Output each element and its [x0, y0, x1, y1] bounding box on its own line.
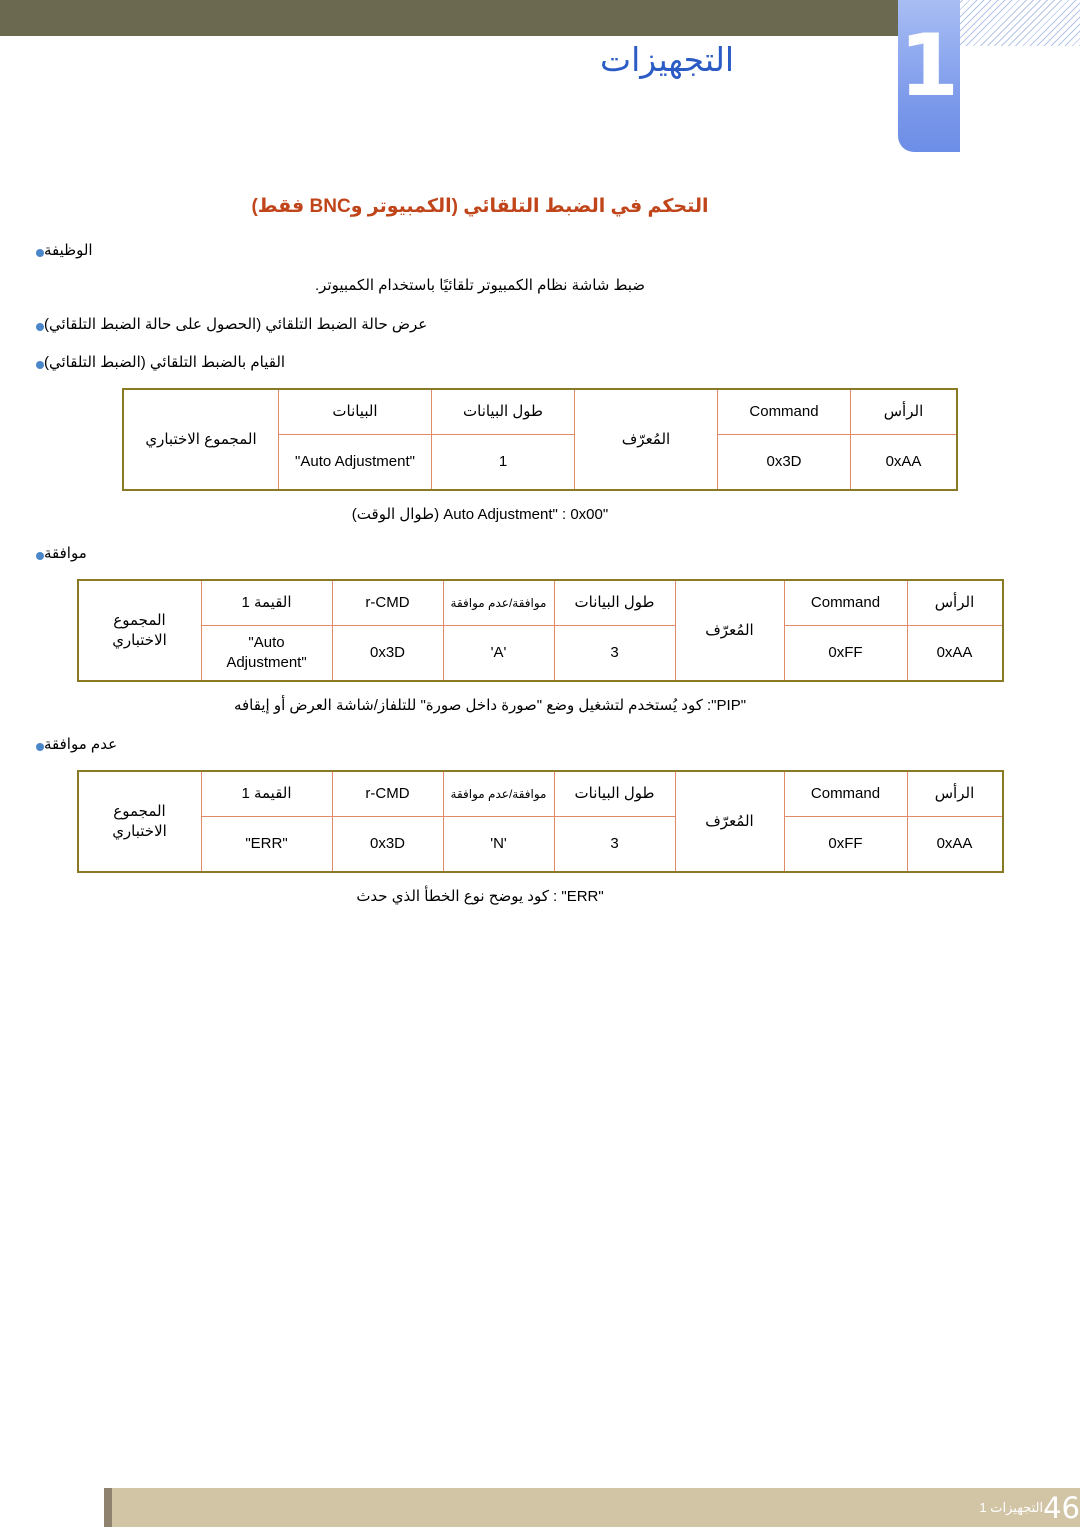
- cell-header-id: المُعرّف: [674, 579, 785, 682]
- footer-chapter-label: التجهيزات 1: [979, 1499, 1044, 1515]
- cell-header-ack: موافقة/عدم موافقة: [442, 770, 555, 817]
- pip-note: "PIP": كود يُستخدم لتشغيل وضع "صورة داخل…: [233, 697, 747, 714]
- footer-accent-bar: [104, 1488, 112, 1527]
- bullet-label-show-state: عرض حالة الضبط التلقائي (الحصول على حالة…: [44, 316, 428, 333]
- bullet-label-do-auto: القيام بالضبط التلقائي (الضبط التلقائي): [44, 354, 286, 371]
- err-note: "ERR" : كود يوضح نوع الخطأ الذي حدث: [356, 888, 604, 905]
- command-table-3-nak: الرأس Command المُعرّف طول البيانات مواف…: [76, 770, 1004, 873]
- footer-inner: التجهيزات 1 46: [104, 1488, 1080, 1527]
- cell-value-ack: 'A': [442, 625, 555, 682]
- cell-header-head: الرأس: [906, 770, 1003, 817]
- command-table-1: الرأس Command المُعرّف طول البيانات البي…: [122, 388, 958, 491]
- bullet-dot-icon: [36, 743, 44, 751]
- cell-value-command: 0x3D: [717, 434, 851, 491]
- bullet-item-show-state: عرض حالة الضبط التلقائي (الحصول على حالة…: [0, 314, 1080, 336]
- bullet-item-do-auto: القيام بالضبط التلقائي (الضبط التلقائي): [0, 352, 1080, 374]
- cell-value-data-length: 3: [553, 625, 676, 682]
- auto-adjustment-note: "Auto Adjustment" : 0x00 (طوال الوقت): [351, 506, 609, 523]
- page-content: التحكم في الضبط التلقائي (الكمبيوتر وBNC…: [0, 190, 1080, 909]
- cell-header-ack: موافقة/عدم موافقة: [442, 579, 555, 626]
- cell-header-data: البيانات: [278, 388, 432, 435]
- bullet-item-function: الوظيفة: [0, 240, 1080, 262]
- cell-value-data: "Auto Adjustment": [278, 434, 432, 491]
- section-heading: التحكم في الضبط التلقائي (الكمبيوتر وBNC…: [251, 196, 709, 217]
- cell-value-command: 0xFF: [783, 816, 908, 873]
- cell-header-id: المُعرّف: [574, 388, 718, 491]
- bullet-dot-icon: [36, 249, 44, 257]
- cell-value-head: 0xAA: [906, 816, 1003, 873]
- chapter-tab: 1: [898, 0, 960, 152]
- cell-value-data-length: 1: [431, 434, 575, 491]
- chapter-title: التجهيزات: [600, 40, 735, 79]
- cell-value-command: 0xFF: [783, 625, 908, 682]
- cell-header-head: الرأس: [850, 388, 958, 435]
- cell-header-data-length: طول البيانات: [431, 388, 575, 435]
- cell-header-value1: القيمة 1: [200, 770, 333, 817]
- decorative-diagonal-stripes: [958, 0, 1080, 46]
- cell-header-command: Command: [783, 770, 908, 817]
- cell-value-data-length: 3: [553, 816, 676, 873]
- table-row: الرأس Command المُعرّف طول البيانات مواف…: [77, 579, 1003, 682]
- page-header: 1 التجهيزات: [0, 0, 1080, 180]
- cell-header-rcmd: r-CMD: [331, 579, 444, 626]
- cell-header-data-length: طول البيانات: [553, 770, 676, 817]
- table-row: الرأس Command المُعرّف طول البيانات مواف…: [77, 770, 1003, 873]
- cell-header-id: المُعرّف: [674, 770, 785, 873]
- cell-header-checksum: المجموع الاختباري: [77, 579, 202, 682]
- bullet-item-disapprove: عدم موافقة: [0, 734, 1080, 756]
- cell-value-head: 0xAA: [906, 625, 1003, 682]
- cell-value-head: 0xAA: [850, 434, 958, 491]
- cell-header-command: Command: [783, 579, 908, 626]
- cell-value-rcmd: 0x3D: [331, 625, 444, 682]
- cell-value-rcmd: 0x3D: [331, 816, 444, 873]
- chapter-number: 1: [899, 16, 959, 116]
- table-row: 0xAA 0xFF 3 'A' 0x3D "Auto Adjustment": [78, 625, 1003, 682]
- function-description: ضبط شاشة نظام الكمبيوتر تلقائيًا باستخدا…: [314, 277, 646, 294]
- table-row: 0xAA 0xFF 3 'N' 0x3D "ERR": [78, 816, 1003, 873]
- cell-header-checksum: المجموع الاختباري: [77, 770, 202, 873]
- cell-header-rcmd: r-CMD: [331, 770, 444, 817]
- table-row: الرأس Command المُعرّف طول البيانات البي…: [122, 388, 958, 491]
- cell-value-value1: "Auto Adjustment": [200, 625, 333, 682]
- command-table-2-ack: الرأس Command المُعرّف طول البيانات مواف…: [76, 579, 1004, 682]
- cell-value-ack: 'N': [442, 816, 555, 873]
- bullet-dot-icon: [36, 552, 44, 560]
- cell-header-value1: القيمة 1: [200, 579, 333, 626]
- bullet-label-disapprove: عدم موافقة: [44, 736, 118, 753]
- page-footer: التجهيزات 1 46: [104, 1488, 1080, 1527]
- cell-header-data-length: طول البيانات: [553, 579, 676, 626]
- bullet-label-approve: موافقة: [44, 545, 87, 562]
- bullet-dot-icon: [36, 323, 44, 331]
- cell-header-checksum: المجموع الاختباري: [122, 388, 279, 491]
- bullet-item-approve: موافقة: [0, 543, 1080, 565]
- cell-value-value1: "ERR": [200, 816, 333, 873]
- bullet-dot-icon: [36, 361, 44, 369]
- header-olive-bar: [0, 0, 898, 36]
- cell-header-command: Command: [717, 388, 851, 435]
- cell-header-head: الرأس: [906, 579, 1003, 626]
- page-number: 46: [1043, 1490, 1080, 1525]
- bullet-label-function: الوظيفة: [44, 242, 93, 259]
